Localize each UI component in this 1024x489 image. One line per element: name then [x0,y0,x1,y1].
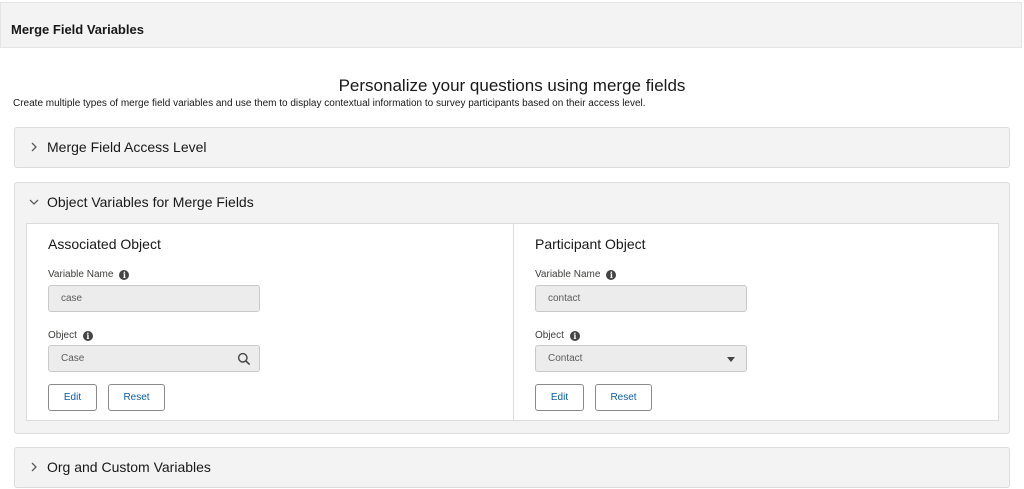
info-icon[interactable]: i [606,269,617,280]
associated-variable-name-field[interactable]: case [48,285,260,312]
intro-description: Create multiple types of merge field var… [13,98,646,109]
accordion-access-level-header[interactable]: Merge Field Access Level [15,128,1009,166]
caret-down-icon [727,357,735,362]
associated-variable-name-label: Variable Name i [48,269,130,280]
associated-object-field[interactable]: Case [48,345,260,372]
info-icon[interactable]: i [119,269,130,280]
accordion-access-level-label: Merge Field Access Level [47,139,207,155]
accordion-org-custom-header[interactable]: Org and Custom Variables [15,448,1009,486]
participant-variable-name-field[interactable]: contact [535,285,747,312]
intro-heading: Personalize your questions using merge f… [338,76,686,95]
participant-object-title: Participant Object [535,236,646,252]
object-variables-panel: Associated Object Variable Name i case O… [26,223,999,421]
info-icon[interactable]: i [569,330,580,341]
associated-object-label-text: Object [48,330,77,341]
associated-reset-button[interactable]: Reset [108,384,165,411]
participant-object-value: Contact [548,353,583,364]
associated-edit-button[interactable]: Edit [48,384,97,411]
chevron-down-icon [29,199,39,205]
participant-edit-button[interactable]: Edit [535,384,584,411]
page-title: Merge Field Variables [11,22,144,37]
participant-object-label: Object i [535,330,580,341]
accordion-object-variables-header[interactable]: Object Variables for Merge Fields [15,183,1009,221]
accordion-object-variables-label: Object Variables for Merge Fields [47,194,254,210]
accordion-object-variables: Object Variables for Merge Fields Associ… [14,182,1010,434]
participant-variable-name-label: Variable Name i [535,269,617,280]
associated-object-label: Object i [48,330,93,341]
associated-object-value: Case [61,353,85,364]
participant-object-label-text: Object [535,330,564,341]
associated-variable-name-label-text: Variable Name [48,269,114,280]
participant-variable-name-label-text: Variable Name [535,269,601,280]
info-icon[interactable]: i [82,330,93,341]
chevron-right-icon [31,142,37,152]
accordion-org-custom: Org and Custom Variables [14,447,1010,488]
chevron-right-icon [31,462,37,472]
accordion-access-level: Merge Field Access Level [14,127,1010,168]
associated-object-title: Associated Object [48,236,161,252]
participant-reset-button[interactable]: Reset [595,384,652,411]
participant-object-column: Participant Object Variable Name i conta… [514,224,998,420]
search-icon [237,352,251,366]
accordion-org-custom-label: Org and Custom Variables [47,459,211,475]
associated-object-column: Associated Object Variable Name i case O… [27,224,514,420]
page-header: Merge Field Variables [0,2,1022,48]
participant-object-select[interactable]: Contact [535,345,747,372]
